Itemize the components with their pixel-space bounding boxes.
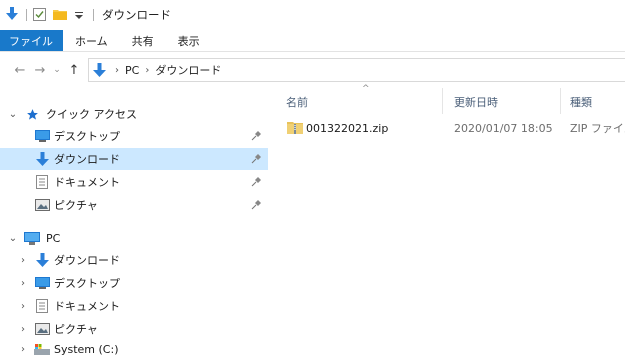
pin-icon[interactable] <box>250 199 262 211</box>
arrow-left-icon: ← <box>14 62 26 78</box>
nav-label: ダウンロード <box>54 254 120 267</box>
nav-item-desktop[interactable]: デスクトップ <box>0 125 268 147</box>
properties-icon[interactable] <box>33 8 47 22</box>
column-header-type[interactable]: 種類 <box>570 94 592 114</box>
download-icon <box>34 252 50 268</box>
toolbar-separator <box>93 9 94 21</box>
tab-home[interactable]: ホーム <box>63 30 120 51</box>
desktop-icon <box>34 275 50 291</box>
file-type: ZIP ファイル <box>570 122 625 135</box>
file-row[interactable]: 001322021.zip 2020/01/07 18:05 ZIP ファイル <box>278 118 625 138</box>
column-header-name[interactable]: 名前 <box>286 94 308 114</box>
nav-item-downloads[interactable]: ダウンロード <box>0 148 268 170</box>
nav-label: デスクトップ <box>54 277 120 290</box>
nav-label: PC <box>46 231 61 245</box>
pin-icon[interactable] <box>250 153 262 165</box>
pin-icon[interactable] <box>250 130 262 142</box>
document-icon <box>34 174 50 190</box>
nav-item-pc-desktop[interactable]: › デスクトップ <box>0 272 268 294</box>
address-row: ← → ⌄ ↑ › PC › ダウンロード <box>0 56 625 84</box>
arrow-right-icon: → <box>34 62 46 78</box>
nav-item-documents[interactable]: ドキュメント <box>0 171 268 193</box>
nav-label: ピクチャ <box>54 323 98 336</box>
nav-this-pc[interactable]: ⌄ PC <box>0 227 268 249</box>
tab-share[interactable]: 共有 <box>120 30 166 51</box>
forward-button[interactable]: → <box>30 60 50 80</box>
nav-label: ドキュメント <box>54 300 120 313</box>
chevron-right-icon: › <box>145 64 150 76</box>
nav-item-pictures[interactable]: ピクチャ <box>0 194 268 216</box>
chevron-down-icon[interactable]: ⌄ <box>8 109 18 120</box>
file-name: 001322021.zip <box>306 121 389 135</box>
pictures-icon <box>34 321 50 337</box>
nav-label: デスクトップ <box>54 130 120 143</box>
chevron-right-icon[interactable]: › <box>18 278 28 289</box>
nav-label: System (C:) <box>54 343 119 356</box>
document-icon <box>34 298 50 314</box>
toolbar-separator <box>26 9 27 21</box>
tab-file[interactable]: ファイル <box>0 30 63 51</box>
breadcrumb-downloads[interactable]: ダウンロード <box>155 62 221 78</box>
navigation-pane: ⌄ クイック アクセス デスクトップ ダウンロード ドキュメント ピクチャ ⌄ … <box>0 96 268 358</box>
chevron-right-icon: › <box>115 64 119 76</box>
nav-quick-access[interactable]: ⌄ クイック アクセス <box>0 103 268 125</box>
arrow-up-icon: ↑ <box>68 62 80 78</box>
chevron-right-icon[interactable]: › <box>18 301 28 312</box>
download-icon <box>93 62 109 78</box>
quick-access-toolbar <box>6 7 100 23</box>
column-divider[interactable] <box>560 88 561 114</box>
nav-label: ドキュメント <box>54 176 120 189</box>
desktop-icon <box>34 128 50 144</box>
nav-item-pc-pictures[interactable]: › ピクチャ <box>0 318 268 340</box>
chevron-right-icon[interactable]: › <box>18 324 28 335</box>
recent-locations-button[interactable]: ⌄ <box>50 60 64 80</box>
file-list: ^ 名前 更新日時 種類 001322021.zip 2020/01/07 18… <box>278 84 625 358</box>
nav-item-system-drive[interactable]: › System (C:) <box>0 341 268 358</box>
address-bar[interactable]: › PC › ダウンロード <box>88 58 625 82</box>
new-folder-icon[interactable] <box>53 8 69 22</box>
star-icon <box>24 106 40 122</box>
drive-icon <box>34 342 50 358</box>
pictures-icon <box>34 197 50 213</box>
nav-label: ピクチャ <box>54 199 98 212</box>
download-icon <box>6 7 20 23</box>
chevron-down-icon: ⌄ <box>53 65 61 75</box>
chevron-right-icon[interactable]: › <box>18 255 28 266</box>
sort-ascending-icon: ^ <box>362 84 370 94</box>
title-bar: ダウンロード <box>0 0 625 30</box>
ribbon-tabs: ファイル ホーム 共有 表示 <box>0 30 625 52</box>
nav-item-pc-documents[interactable]: › ドキュメント <box>0 295 268 317</box>
file-modified: 2020/01/07 18:05 <box>454 121 553 135</box>
tab-view[interactable]: 表示 <box>166 30 212 51</box>
window-title: ダウンロード <box>102 8 171 22</box>
column-divider[interactable] <box>442 88 443 114</box>
zip-file-icon <box>287 120 303 136</box>
up-button[interactable]: ↑ <box>64 60 84 80</box>
pin-icon[interactable] <box>250 176 262 188</box>
column-header-modified[interactable]: 更新日時 <box>454 94 498 114</box>
chevron-down-icon[interactable]: ⌄ <box>8 233 18 244</box>
download-icon <box>34 151 50 167</box>
chevron-right-icon[interactable]: › <box>18 344 28 355</box>
breadcrumb-pc[interactable]: PC <box>125 64 139 77</box>
nav-label: クイック アクセス <box>46 108 137 121</box>
back-button[interactable]: ← <box>10 60 30 80</box>
nav-item-pc-downloads[interactable]: › ダウンロード <box>0 249 268 271</box>
computer-icon <box>24 230 40 246</box>
customize-dropdown-icon[interactable] <box>75 8 87 22</box>
nav-label: ダウンロード <box>54 153 120 166</box>
